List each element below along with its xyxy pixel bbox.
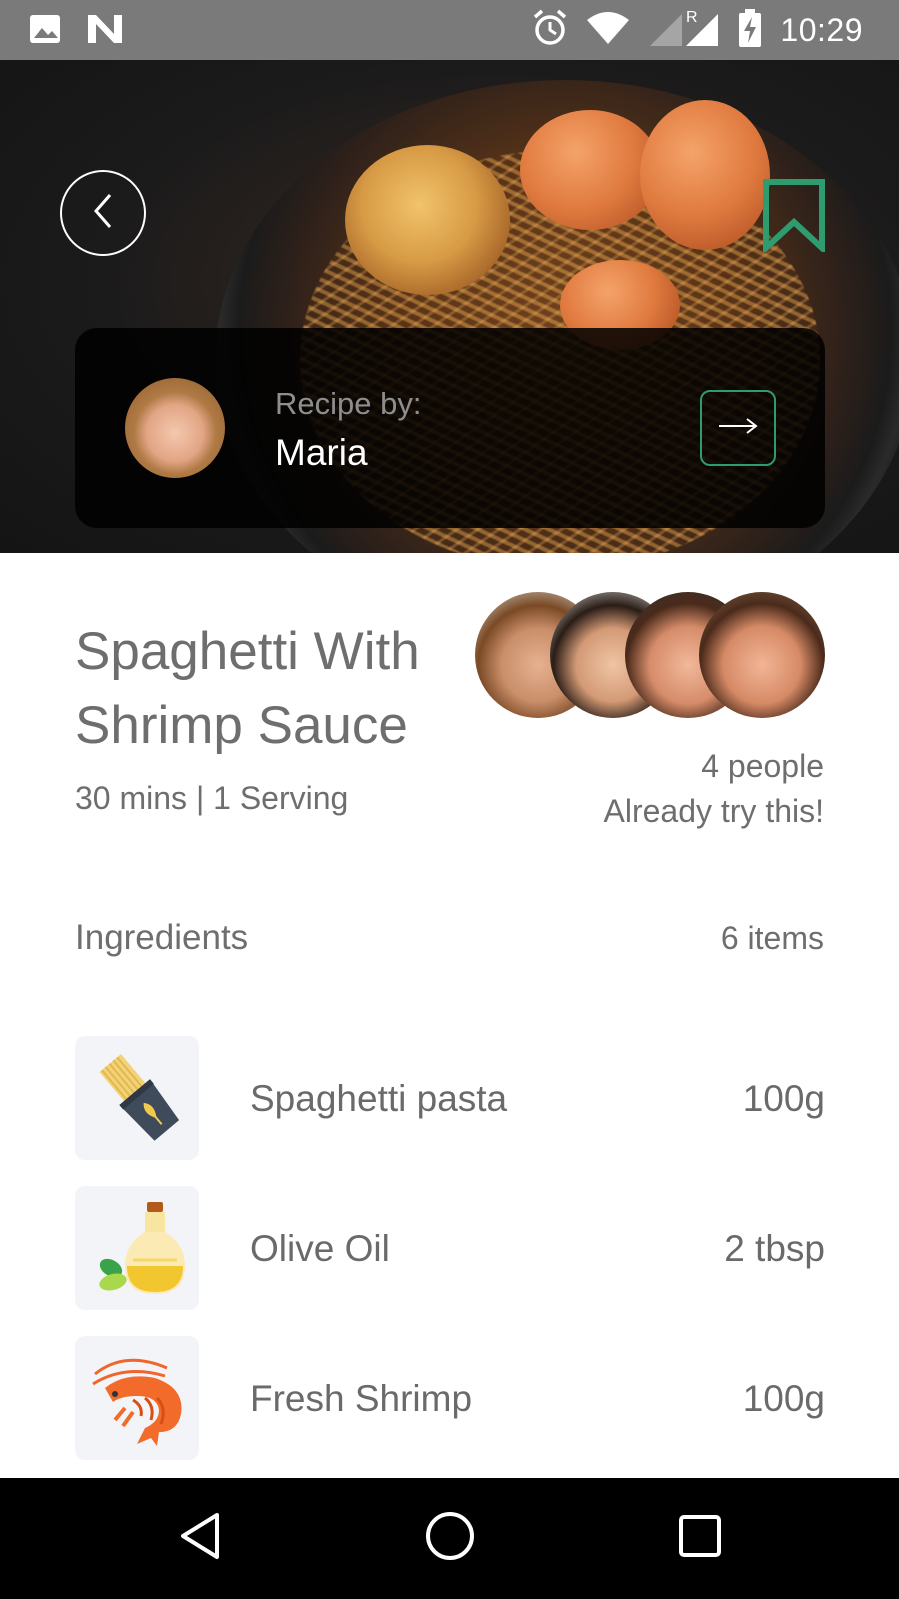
ingredient-name: Olive Oil xyxy=(250,1228,390,1269)
ingredient-amount: 2 tbsp xyxy=(724,1228,825,1269)
gallery-icon xyxy=(28,12,62,51)
recipe-title: Spaghetti With Shrimp Sauce xyxy=(75,615,475,763)
list-item[interactable]: Spaghetti pasta 100g xyxy=(75,1036,825,1160)
wifi-icon xyxy=(586,10,630,51)
author-profile-button[interactable] xyxy=(700,390,776,466)
n-notification-icon xyxy=(86,12,124,51)
battery-charging-icon xyxy=(738,8,762,53)
ingredient-amount: 100g xyxy=(742,1078,825,1119)
recipe-title-line: Shrimp Sauce xyxy=(75,696,408,755)
recipe-meta: 30 mins | 1 Serving xyxy=(75,780,349,816)
nav-recents-button[interactable] xyxy=(670,1508,730,1568)
people-note: Already try this! xyxy=(603,793,824,829)
list-item[interactable]: Fresh Shrimp 100g xyxy=(75,1336,825,1460)
author-name: Maria xyxy=(275,432,368,473)
author-avatar xyxy=(125,378,225,478)
list-item[interactable]: Olive Oil 2 tbsp xyxy=(75,1186,825,1310)
circle-home-icon xyxy=(423,1509,477,1568)
nav-home-button[interactable] xyxy=(420,1508,480,1568)
status-bar: R 10:29 xyxy=(0,0,899,60)
author-label: Recipe by: xyxy=(275,386,422,421)
ingredients-heading: Ingredients xyxy=(75,918,249,957)
chevron-left-icon xyxy=(88,191,118,236)
ingredient-name: Fresh Shrimp xyxy=(250,1378,473,1419)
alarm-icon xyxy=(532,9,568,52)
shrimp-graphic xyxy=(520,110,660,230)
back-button[interactable] xyxy=(60,170,146,256)
author-card[interactable]: Recipe by: Maria xyxy=(75,328,825,528)
recipe-title-line: Spaghetti With xyxy=(75,622,420,681)
tried-by-avatars[interactable] xyxy=(475,592,825,718)
triangle-back-icon xyxy=(177,1511,223,1566)
ingredient-amount: 100g xyxy=(742,1378,825,1419)
people-count: 4 people xyxy=(701,748,824,784)
ingredients-count: 6 items xyxy=(720,920,824,956)
avatar xyxy=(699,592,825,718)
bookmark-icon xyxy=(762,179,826,256)
clock-time: 10:29 xyxy=(780,12,863,48)
bookmark-button[interactable] xyxy=(762,178,826,255)
ingredient-name: Spaghetti pasta xyxy=(250,1078,508,1119)
olive-oil-icon xyxy=(75,1186,199,1310)
navigation-bar xyxy=(0,1478,899,1599)
pasta-icon xyxy=(75,1036,199,1160)
svg-text:R: R xyxy=(686,9,698,26)
square-recents-icon xyxy=(677,1513,723,1564)
hero-image: Recipe by: Maria xyxy=(0,60,899,553)
arrow-right-icon xyxy=(717,416,759,441)
nav-back-button[interactable] xyxy=(170,1508,230,1568)
shrimp-icon xyxy=(75,1336,199,1460)
garlic-graphic xyxy=(345,145,510,295)
shrimp-graphic xyxy=(640,100,770,250)
cell-signal-icon: R xyxy=(648,8,720,53)
